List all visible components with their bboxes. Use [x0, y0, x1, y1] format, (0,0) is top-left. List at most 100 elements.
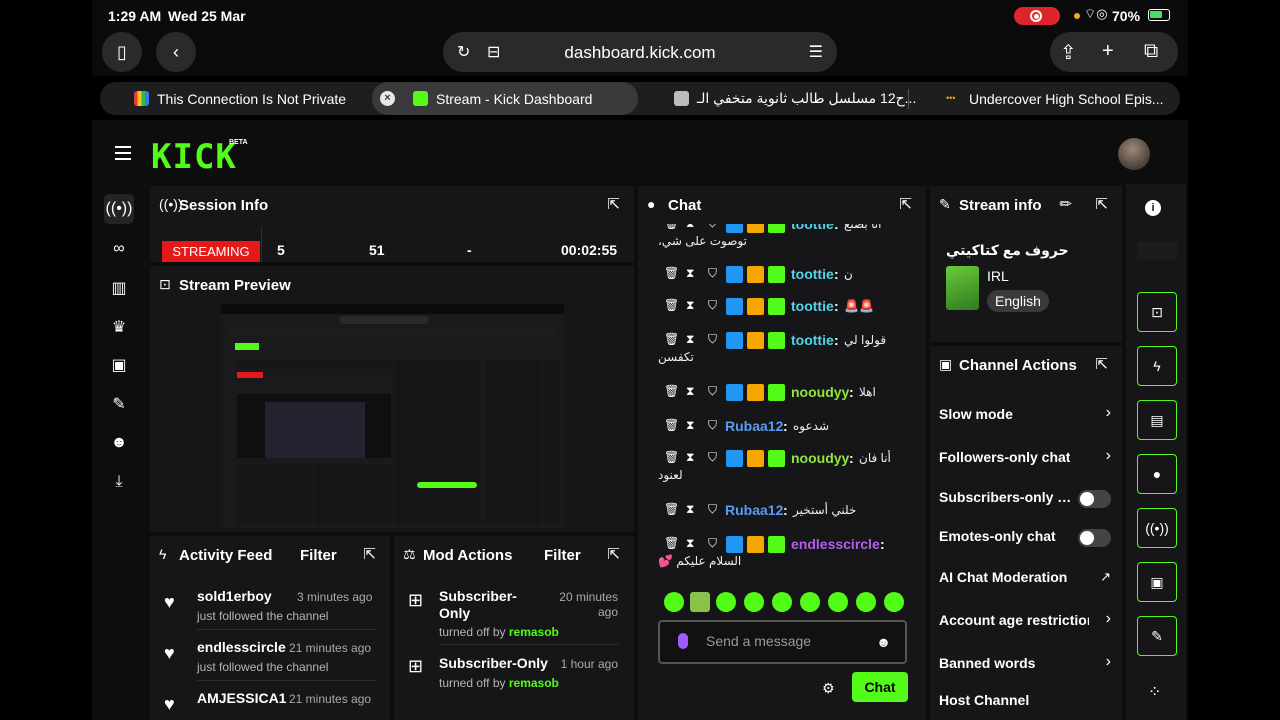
users-icon[interactable]: ☻	[104, 428, 134, 458]
video-icon[interactable]: ▣	[104, 350, 134, 380]
feed-username[interactable]: sold1erboy	[197, 588, 272, 604]
emote-icon[interactable]	[800, 592, 820, 612]
emote-icon[interactable]	[772, 592, 792, 612]
trophy-icon[interactable]: ♛	[104, 312, 134, 342]
chat-username[interactable]: endlesscircle	[791, 536, 880, 552]
timeout-icon[interactable]: ⧗	[686, 266, 694, 281]
timeout-icon[interactable]: ⧗	[686, 418, 694, 433]
emote-icon[interactable]	[856, 592, 876, 612]
stream-preview-video[interactable]	[221, 304, 564, 528]
video-settings-icon[interactable]: ▣	[1137, 562, 1177, 602]
tab-1[interactable]: This Connection Is Not Private	[134, 82, 346, 115]
filter-button[interactable]: Filter	[300, 547, 337, 564]
timeout-icon[interactable]: ⧗	[686, 536, 694, 551]
popout-icon[interactable]: ⇱	[607, 545, 620, 563]
close-tab-icon[interactable]: ×	[380, 91, 395, 106]
delete-icon[interactable]: 🗑	[664, 332, 679, 346]
chat-username[interactable]: nooudyy	[791, 450, 849, 466]
moderator-name[interactable]: remasob	[509, 676, 559, 690]
avatar[interactable]	[1118, 138, 1150, 170]
delete-icon[interactable]: 🗑	[664, 450, 679, 464]
new-tab-icon[interactable]: +	[1102, 40, 1114, 63]
emotes-only-toggle[interactable]	[1078, 529, 1111, 547]
tab-3[interactable]: ح12 مسلسل طالب ثانوية متخفي الـ...	[674, 82, 916, 115]
host-channel-row[interactable]: Host Channel	[939, 690, 1111, 712]
chat-settings-icon[interactable]: ⚙	[822, 680, 835, 697]
delete-icon[interactable]: 🗑	[664, 418, 679, 432]
emote-icon[interactable]	[664, 592, 684, 612]
subscribers-only-toggle[interactable]	[1078, 490, 1111, 508]
feed-time: 3 minutes ago	[297, 590, 373, 604]
emote-icon[interactable]	[828, 592, 848, 612]
reader-icon[interactable]: ☰	[809, 42, 823, 62]
camera-icon[interactable]: ⊡	[1137, 292, 1177, 332]
tab-4[interactable]: ••• Undercover High School Epis...	[946, 82, 1164, 115]
link-icon[interactable]: ∞	[104, 234, 134, 264]
slow-mode-row[interactable]: Slow mode ›	[939, 404, 1111, 426]
menu-icon[interactable]	[115, 146, 131, 160]
chat-bubble-icon[interactable]: ●	[1137, 454, 1177, 494]
chat-username[interactable]: toottie	[791, 332, 834, 348]
moderator-name[interactable]: remasob	[509, 625, 559, 639]
delete-icon[interactable]: 🗑	[664, 266, 679, 280]
broadcast-icon[interactable]: ((•))	[1137, 508, 1177, 548]
emote-icon[interactable]	[716, 592, 736, 612]
chat-username[interactable]: Rubaa12	[725, 502, 783, 518]
back-button[interactable]: ‹	[156, 32, 196, 72]
delete-icon[interactable]: 🗑	[664, 384, 679, 398]
tab-overview-icon[interactable]: ⧉	[1144, 40, 1158, 63]
microphone-icon[interactable]	[678, 633, 688, 649]
tab-divider	[908, 89, 909, 109]
delete-icon[interactable]: 🗑	[664, 536, 679, 550]
stream-broadcast-icon[interactable]: ((•))	[104, 194, 134, 224]
download-icon[interactable]: ⤓	[104, 467, 134, 497]
kick-logo[interactable]: KICK	[151, 137, 237, 177]
chat-username[interactable]: toottie	[791, 266, 834, 282]
chat-send-button[interactable]: Chat	[852, 672, 908, 702]
chat-username[interactable]: Rubaa12	[725, 418, 783, 434]
more-dots-icon[interactable]: ⁘	[1148, 682, 1161, 702]
info-icon[interactable]: i	[1145, 200, 1161, 216]
timeout-icon[interactable]: ⧗	[686, 332, 694, 347]
divider	[197, 680, 377, 681]
feed-username[interactable]: endlesscircle	[197, 639, 286, 655]
emote-icon[interactable]	[744, 592, 764, 612]
timeout-icon[interactable]: ⧗	[686, 384, 694, 399]
stream-category[interactable]: IRL	[987, 268, 1009, 284]
address-bar[interactable]: ↻ ⊟ dashboard.kick.com ☰	[443, 32, 837, 72]
emote-icon[interactable]	[884, 592, 904, 612]
popout-icon[interactable]: ⇱	[607, 195, 620, 213]
wrench-icon[interactable]: ✎	[104, 389, 134, 419]
edit-icon[interactable]: ✏	[1059, 195, 1072, 213]
banned-words-row[interactable]: Banned words ›	[939, 653, 1111, 675]
filter-button[interactable]: Filter	[544, 547, 581, 564]
popout-icon[interactable]: ⇱	[1095, 355, 1108, 373]
timeout-icon[interactable]: ⧗	[686, 450, 694, 465]
external-link-icon: ↗	[1100, 569, 1111, 584]
delete-icon[interactable]: 🗑	[664, 502, 679, 516]
delete-icon[interactable]: 🗑	[664, 298, 679, 312]
chat-username[interactable]: nooudyy	[791, 384, 849, 400]
sidebar-toggle-icon[interactable]: ▯	[102, 32, 142, 72]
timeout-icon[interactable]: ⧗	[686, 502, 694, 517]
popout-icon[interactable]: ⇱	[363, 545, 376, 563]
timeout-icon[interactable]: ⧗	[686, 298, 694, 313]
lightning-icon[interactable]: ϟ	[1137, 346, 1177, 386]
chat-message-input[interactable]	[706, 633, 866, 649]
emote-icon[interactable]	[690, 592, 710, 612]
emoji-picker-icon[interactable]: ☻	[876, 634, 891, 650]
stream-title: حروف مع كتاكيتي	[946, 242, 1069, 258]
popout-icon[interactable]: ⇱	[899, 195, 912, 213]
popout-icon[interactable]: ⇱	[1095, 195, 1108, 213]
wrench-icon[interactable]: ✎	[1137, 616, 1177, 656]
account-age-row[interactable]: Account age restriction ›	[939, 610, 1111, 632]
document-icon[interactable]: ▤	[1137, 400, 1177, 440]
feed-username[interactable]: AMJESSICA1	[197, 690, 286, 706]
share-icon[interactable]: ⇪	[1060, 40, 1077, 65]
chat-username[interactable]: toottie	[791, 298, 834, 314]
tab-2-active[interactable]: × Stream - Kick Dashboard	[372, 82, 638, 115]
analytics-icon[interactable]: ▥	[104, 273, 134, 303]
chat-text: توصوت على شي،	[658, 234, 747, 248]
followers-only-row[interactable]: Followers-only chat ›	[939, 447, 1111, 469]
ai-moderation-row[interactable]: AI Chat Moderation ↗	[939, 567, 1111, 589]
